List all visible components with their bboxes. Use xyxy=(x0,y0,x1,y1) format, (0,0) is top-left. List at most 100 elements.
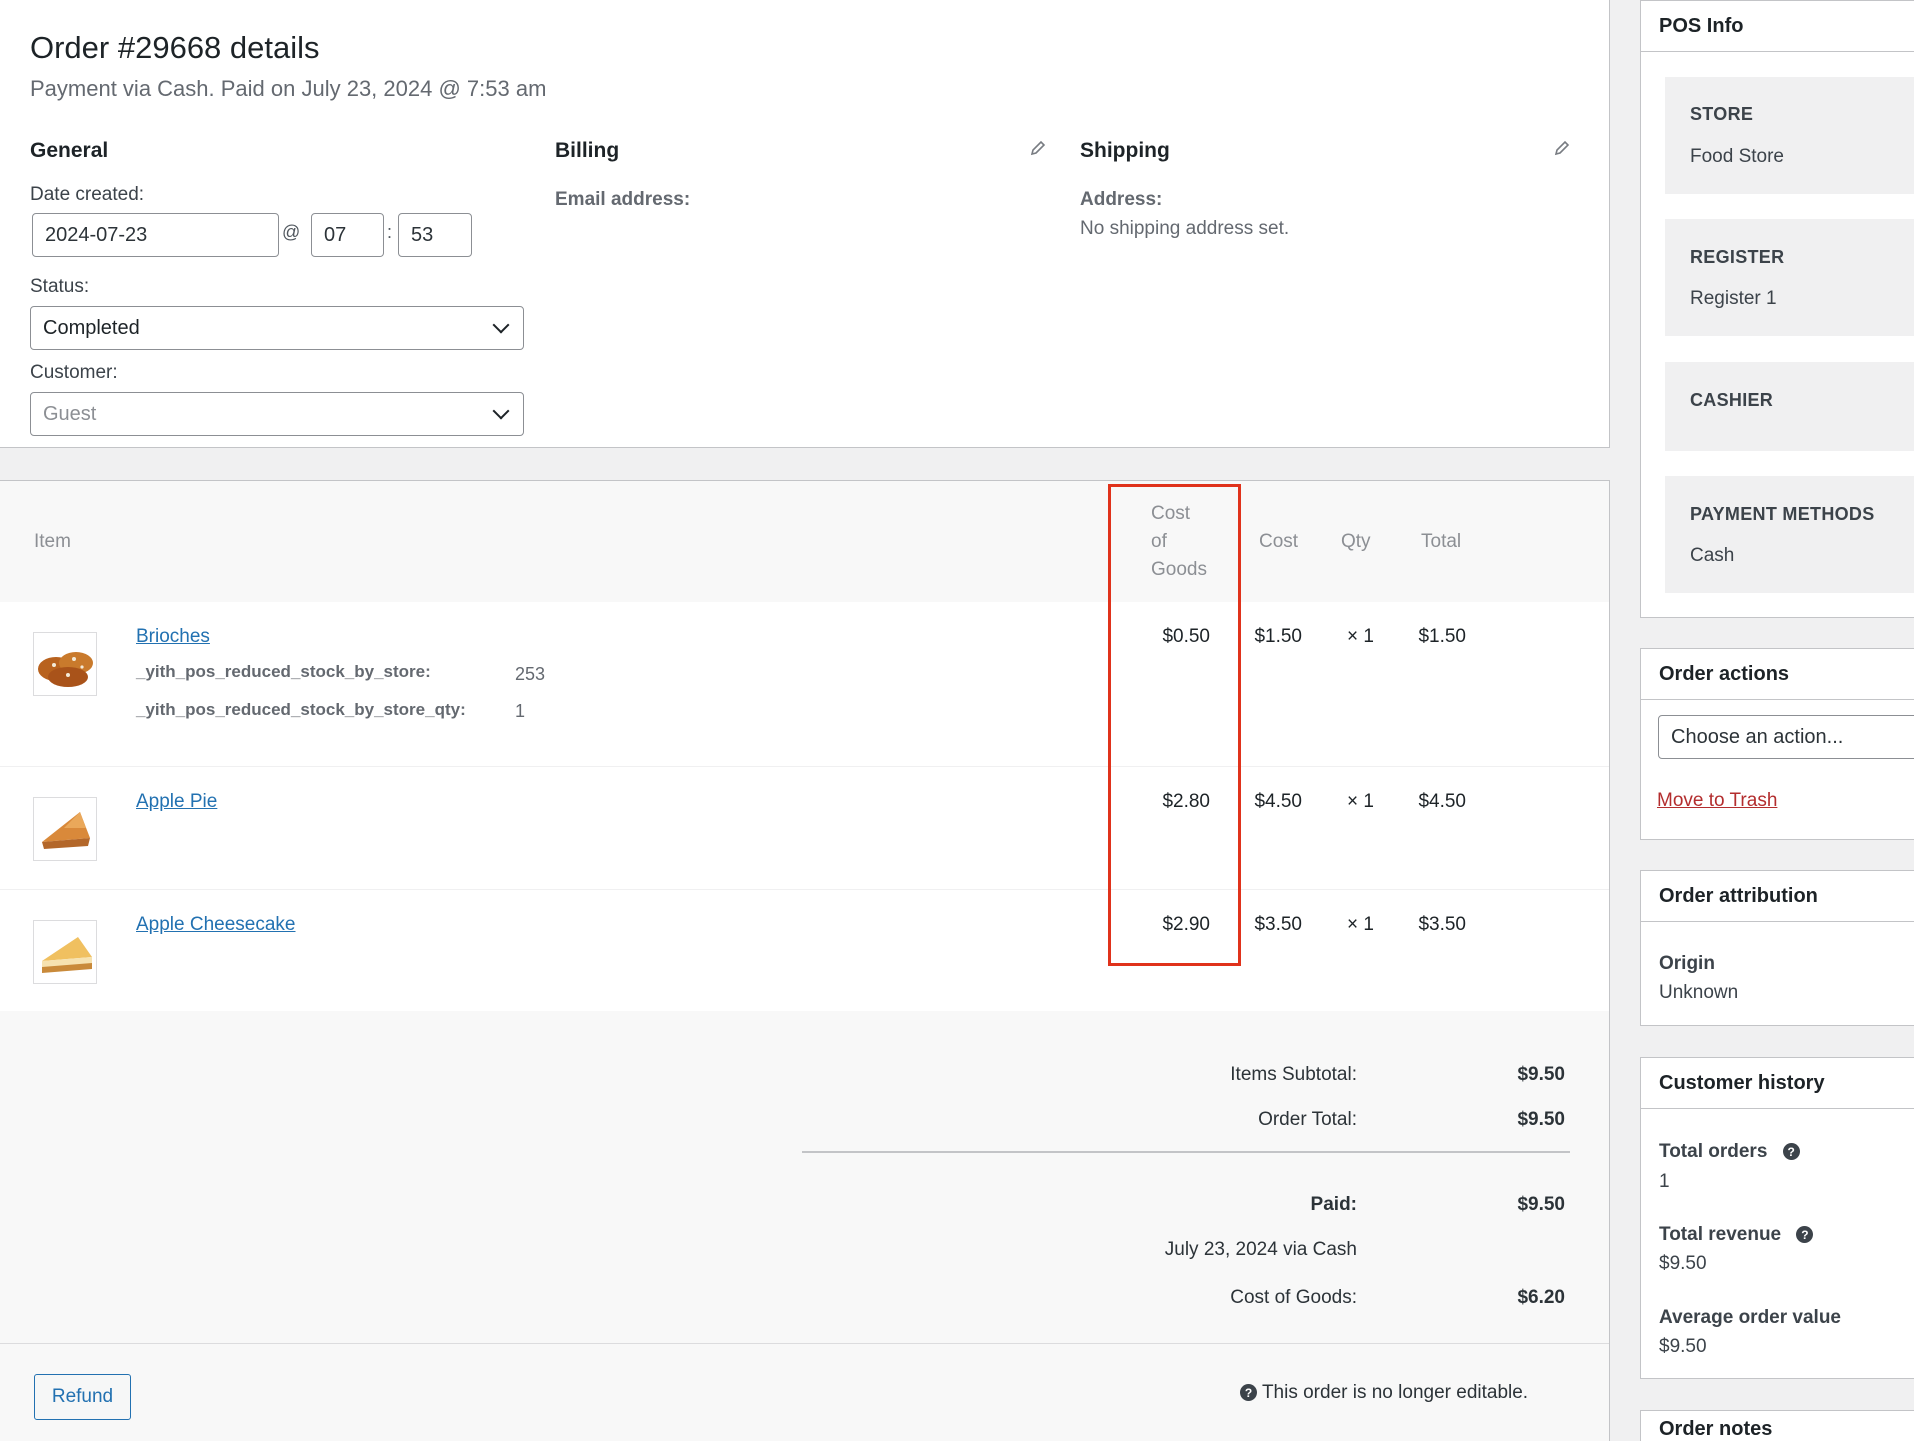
store-label: STORE xyxy=(1690,104,1754,124)
cell-qty: × 1 xyxy=(1347,791,1374,812)
average-order-value-label: Average order value xyxy=(1659,1307,1841,1328)
status-label: Status: xyxy=(30,276,90,297)
product-thumbnail-apple-cheesecake[interactable] xyxy=(33,920,97,984)
help-icon: ? xyxy=(1240,1384,1257,1402)
th-cost-of-goods-line1: Cost xyxy=(1151,503,1191,524)
customer-label: Customer: xyxy=(30,362,118,383)
cell-qty: × 1 xyxy=(1347,626,1374,647)
th-cost-of-goods-line2: of xyxy=(1151,531,1167,552)
date-created-input[interactable]: 2024-07-23 xyxy=(32,213,279,257)
total-revenue-label-text: Total revenue xyxy=(1659,1224,1782,1245)
pos-info-heading: POS Info xyxy=(1641,1,1914,52)
pos-card-register: REGISTER Register 1 xyxy=(1665,219,1914,336)
cell-cost: $4.50 xyxy=(1254,791,1302,812)
origin-value: Unknown xyxy=(1659,982,1739,1003)
total-revenue-label: Total revenue ? xyxy=(1659,1224,1814,1246)
product-thumbnail-apple-pie[interactable] xyxy=(33,797,97,861)
order-attribution-heading: Order attribution xyxy=(1641,871,1914,922)
order-actions-box: Order actions Choose an action... Move t… xyxy=(1640,648,1914,840)
edit-shipping-pencil-icon[interactable] xyxy=(1553,139,1571,157)
total-revenue-value: $9.50 xyxy=(1659,1253,1707,1274)
general-heading: General xyxy=(30,139,109,162)
cell-total: $4.50 xyxy=(1418,791,1466,812)
edit-billing-pencil-icon[interactable] xyxy=(1029,139,1047,157)
th-total: Total xyxy=(1421,531,1462,552)
paid-date-note: July 23, 2024 via Cash xyxy=(1164,1239,1357,1260)
paid-label: Paid: xyxy=(1310,1194,1357,1215)
payment-methods-value: Cash xyxy=(1690,545,1735,566)
help-icon[interactable]: ? xyxy=(1782,1143,1800,1161)
not-editable-notice: ? This order is no longer editable. xyxy=(1240,1382,1528,1404)
th-cost-of-goods-line3: Goods xyxy=(1151,559,1207,580)
pos-info-box: POS Info STORE Food Store REGISTER Regis… xyxy=(1640,0,1914,618)
item-link-brioches[interactable]: Brioches xyxy=(136,626,210,648)
meta-key: _yith_pos_reduced_stock_by_store: xyxy=(136,662,431,681)
move-to-trash-link[interactable]: Move to Trash xyxy=(1657,790,1777,812)
cell-cost-of-goods: $2.90 xyxy=(1162,914,1210,935)
average-order-value-value: $9.50 xyxy=(1659,1336,1707,1357)
order-action-select[interactable]: Choose an action... xyxy=(1658,715,1914,759)
refund-button[interactable]: Refund xyxy=(34,1374,131,1420)
cost-of-goods-total-label: Cost of Goods: xyxy=(1230,1287,1357,1308)
billing-heading: Billing xyxy=(555,139,620,162)
payment-methods-label: PAYMENT METHODS xyxy=(1690,504,1875,524)
paid-value: $9.50 xyxy=(1517,1194,1565,1215)
cell-total: $1.50 xyxy=(1418,626,1466,647)
cell-qty: × 1 xyxy=(1347,914,1374,935)
chevron-down-icon xyxy=(492,402,510,420)
register-value: Register 1 xyxy=(1690,288,1777,309)
chevron-down-icon xyxy=(492,316,510,334)
status-select[interactable]: Completed xyxy=(30,306,524,350)
th-qty: Qty xyxy=(1341,531,1371,552)
items-footer: Refund ? This order is no longer editabl… xyxy=(0,1343,1609,1441)
table-row: Apple Cheesecake $2.90 $3.50 × 1 $3.50 xyxy=(0,890,1609,1012)
th-item: Item xyxy=(34,531,71,552)
items-subtotal-value: $9.50 xyxy=(1517,1064,1565,1085)
pos-card-payment: PAYMENT METHODS Cash xyxy=(1665,476,1914,593)
th-cost: Cost xyxy=(1259,531,1299,552)
order-attribution-box: Order attribution Origin Unknown xyxy=(1640,870,1914,1026)
cell-cost: $1.50 xyxy=(1254,626,1302,647)
minute-input[interactable]: 53 xyxy=(398,213,472,257)
colon-separator: : xyxy=(387,222,393,242)
shipping-address-label: Address: xyxy=(1080,189,1163,210)
items-subtotal-label: Items Subtotal: xyxy=(1230,1064,1357,1085)
cell-cost-of-goods: $0.50 xyxy=(1162,626,1210,647)
meta-key: _yith_pos_reduced_stock_by_store_qty: xyxy=(136,700,466,719)
table-row: Brioches _yith_pos_reduced_stock_by_stor… xyxy=(0,602,1609,767)
total-orders-label-text: Total orders xyxy=(1659,1141,1768,1162)
cost-of-goods-total-value: $6.20 xyxy=(1517,1287,1565,1308)
register-label: REGISTER xyxy=(1690,247,1785,267)
date-created-label: Date created: xyxy=(30,184,145,205)
customer-history-box: Customer history Total orders ? 1 Total … xyxy=(1640,1057,1914,1379)
item-link-apple-pie[interactable]: Apple Pie xyxy=(136,791,217,813)
shipping-address-value: No shipping address set. xyxy=(1080,218,1290,239)
store-value: Food Store xyxy=(1690,146,1784,167)
order-notes-heading: Order notes xyxy=(1641,1411,1914,1441)
customer-history-heading: Customer history xyxy=(1641,1058,1914,1109)
totals-divider xyxy=(802,1151,1570,1153)
status-select-value: Completed xyxy=(43,316,140,339)
hour-input[interactable]: 07 xyxy=(311,213,384,257)
product-thumbnail-brioches[interactable] xyxy=(33,632,97,696)
customer-select[interactable]: Guest xyxy=(30,392,524,436)
total-orders-value: 1 xyxy=(1659,1171,1670,1192)
shipping-heading: Shipping xyxy=(1080,139,1170,162)
order-total-label: Order Total: xyxy=(1258,1109,1357,1130)
cell-cost-of-goods: $2.80 xyxy=(1162,791,1210,812)
order-totals: Items Subtotal: $9.50 Order Total: $9.50… xyxy=(0,1011,1609,1351)
customer-select-value: Guest xyxy=(43,402,97,425)
pos-card-store: STORE Food Store xyxy=(1665,77,1914,194)
meta-value: 1 xyxy=(515,701,526,721)
help-icon[interactable]: ? xyxy=(1796,1226,1814,1244)
item-link-apple-cheesecake[interactable]: Apple Cheesecake xyxy=(136,914,296,936)
order-notes-box: Order notes xyxy=(1640,1410,1914,1441)
table-row: Apple Pie $2.80 $4.50 × 1 $4.50 xyxy=(0,767,1609,890)
order-actions-heading: Order actions xyxy=(1641,649,1914,700)
order-total-value: $9.50 xyxy=(1517,1109,1565,1130)
pos-card-cashier: CASHIER xyxy=(1665,362,1914,451)
cell-cost: $3.50 xyxy=(1254,914,1302,935)
order-subtitle: Payment via Cash. Paid on July 23, 2024 … xyxy=(30,76,547,101)
cell-total: $3.50 xyxy=(1418,914,1466,935)
order-items-panel: Item Cost of Goods Cost Qty Total Brioch… xyxy=(0,480,1610,1441)
